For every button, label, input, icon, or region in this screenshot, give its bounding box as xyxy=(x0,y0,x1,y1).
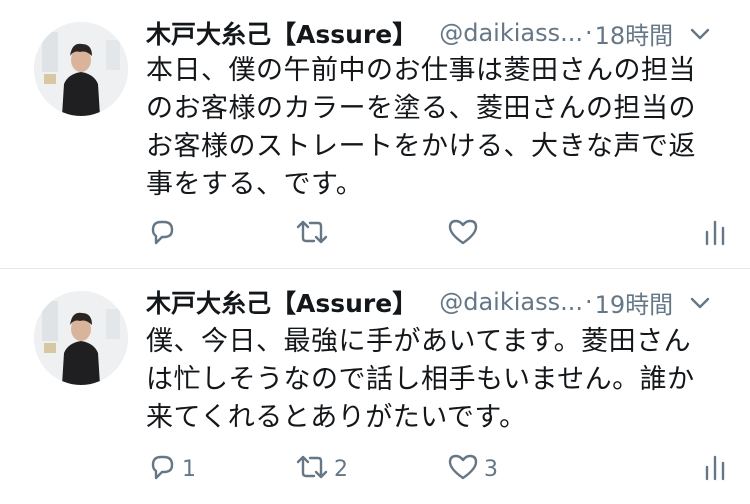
retweet-count: 2 xyxy=(334,456,348,482)
action-bar xyxy=(146,214,728,254)
action-bar: 1 2 3 xyxy=(146,449,728,489)
reply-icon xyxy=(146,451,178,487)
user-handle[interactable]: @daikiass... xyxy=(439,288,583,316)
avatar[interactable] xyxy=(34,22,128,116)
retweet-icon xyxy=(294,216,330,252)
timestamp[interactable]: 18時間 xyxy=(595,16,674,51)
like-button[interactable] xyxy=(446,214,484,254)
retweet-button[interactable]: 2 xyxy=(294,449,348,489)
reply-icon xyxy=(146,216,178,252)
reply-button[interactable] xyxy=(146,214,182,254)
display-name[interactable]: 木戸大糸己【Assure】 xyxy=(146,284,417,320)
tweet[interactable]: 木戸大糸己【Assure】 @daikiass... · 18時間 本日、僕の午… xyxy=(0,0,750,268)
tweet-text: 僕、今日、最強に手があいてます。菱田さん は忙しそうなので話し相手もいません。誰… xyxy=(146,326,695,433)
tweet-text: 本日、僕の午前中のお仕事は菱田さんの担当 のお客様のカラーを塗る、菱田さんの担当… xyxy=(146,55,696,200)
like-count: 3 xyxy=(484,456,498,482)
separator-dot: · xyxy=(584,19,593,47)
analytics-button[interactable] xyxy=(702,214,728,254)
like-icon xyxy=(446,216,480,252)
like-button[interactable]: 3 xyxy=(446,449,498,489)
timestamp[interactable]: 19時間 xyxy=(595,285,674,320)
analytics-button[interactable] xyxy=(702,449,728,489)
display-name[interactable]: 木戸大糸己【Assure】 xyxy=(146,15,417,51)
separator-dot: · xyxy=(584,288,593,316)
like-icon xyxy=(446,451,480,487)
user-handle[interactable]: @daikiass... xyxy=(439,19,583,47)
chevron-down-icon[interactable] xyxy=(686,289,714,317)
analytics-icon xyxy=(702,216,728,252)
chevron-down-icon[interactable] xyxy=(686,20,714,48)
tweet[interactable]: 木戸大糸己【Assure】 @daikiass... · 19時間 僕、今日、最… xyxy=(0,269,750,504)
retweet-button[interactable] xyxy=(294,214,334,254)
avatar[interactable] xyxy=(34,291,128,385)
reply-count: 1 xyxy=(182,456,196,482)
reply-button[interactable]: 1 xyxy=(146,449,196,489)
analytics-icon xyxy=(702,451,728,487)
retweet-icon xyxy=(294,451,330,487)
